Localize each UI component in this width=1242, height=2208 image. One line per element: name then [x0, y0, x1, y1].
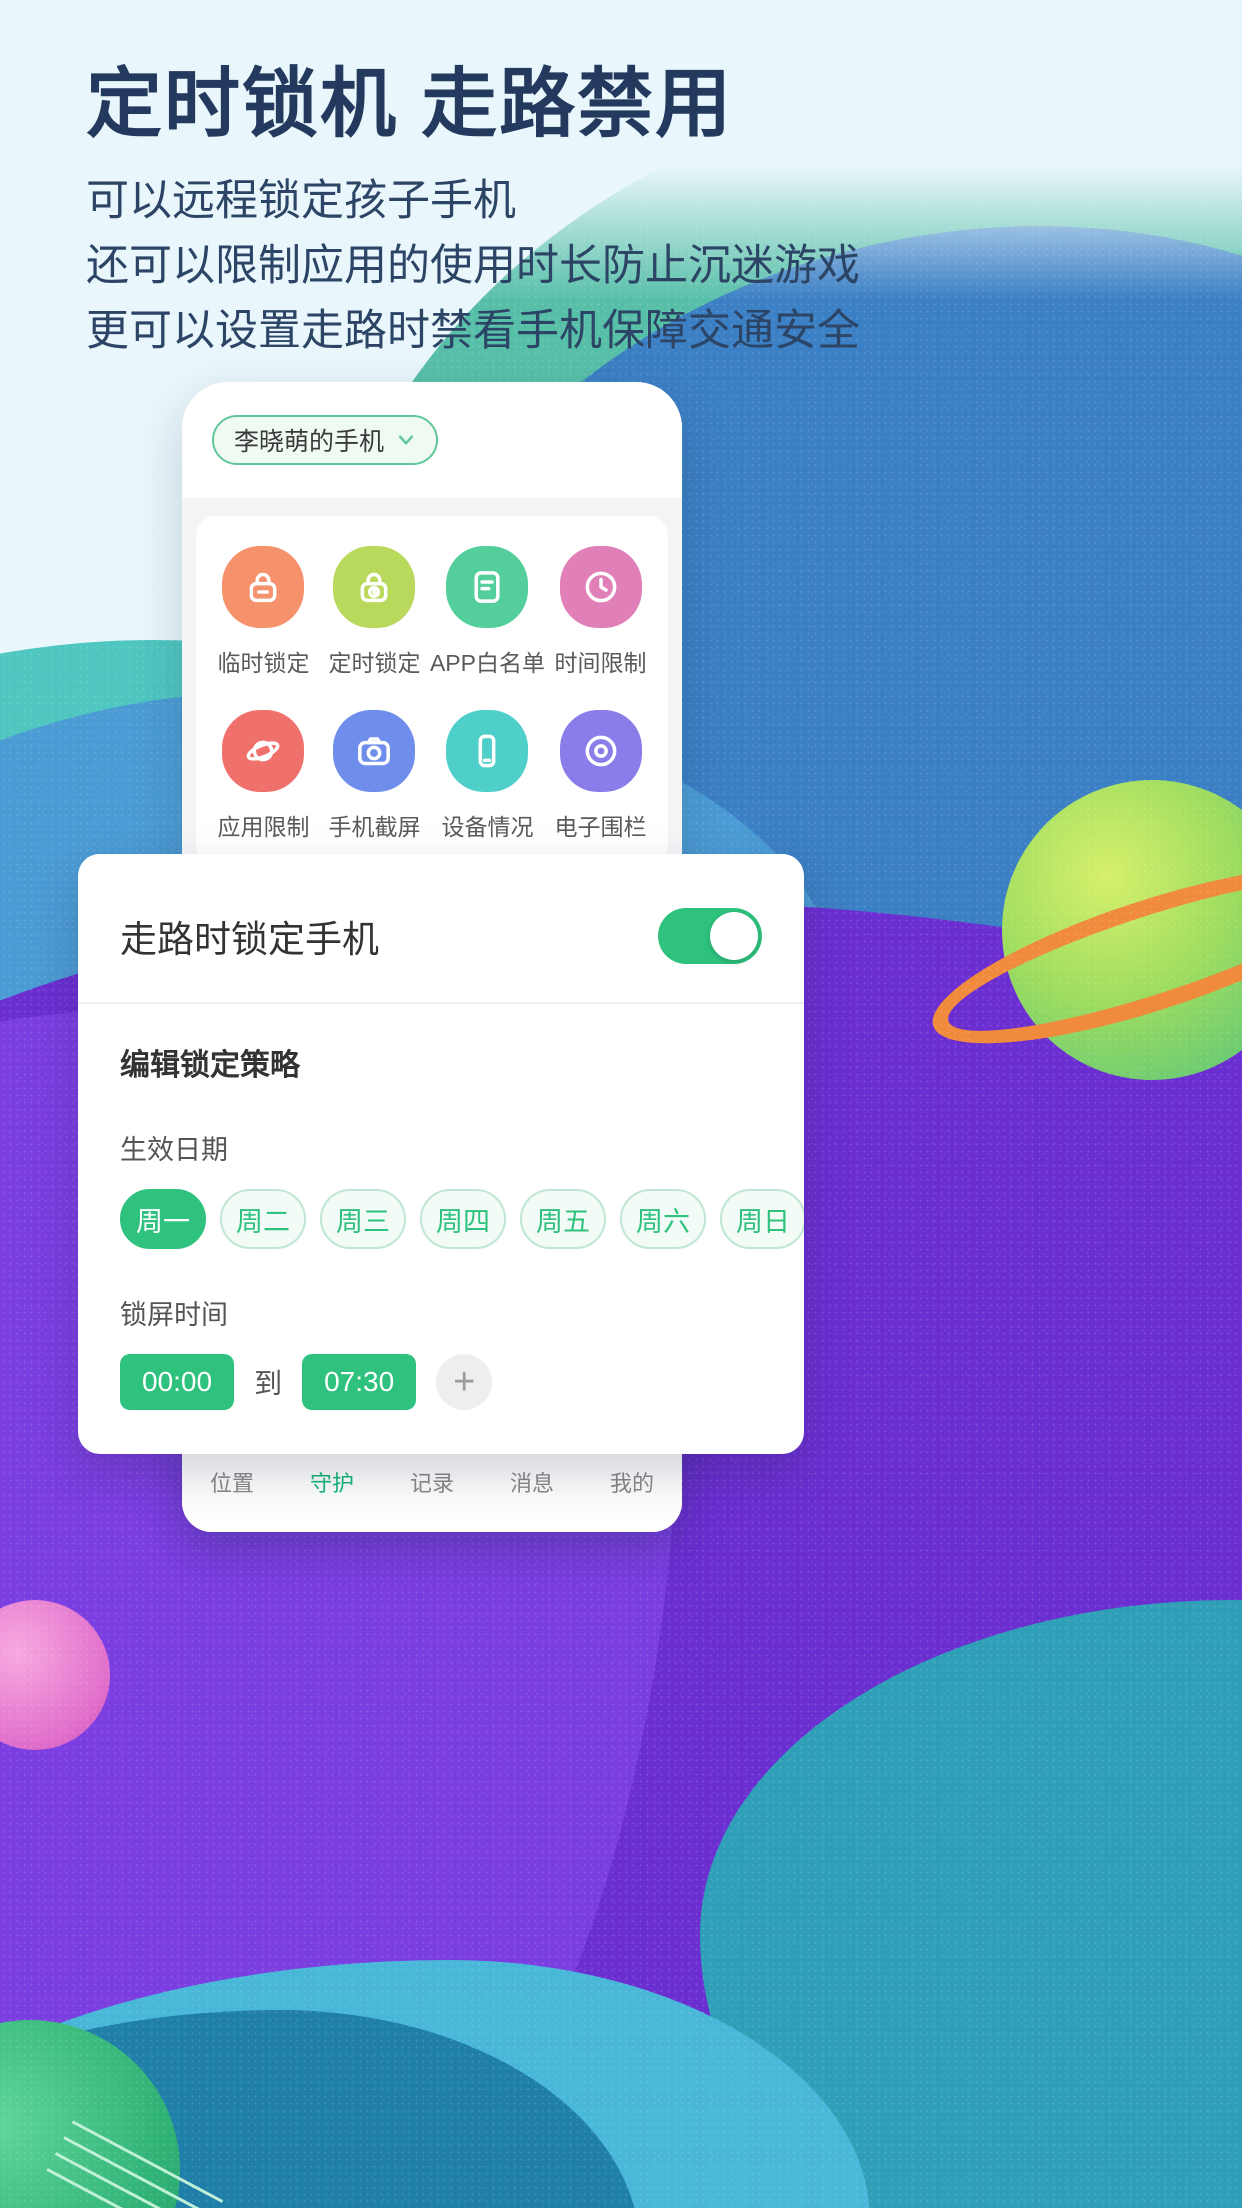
modal-body: 编辑锁定策略 生效日期 周一 周二 周三 周四 周五 周六 周日 锁屏时间 00:00 到 …	[78, 1004, 804, 1454]
toggle-knob	[710, 912, 758, 960]
subtitle-line-2: 还可以限制应用的使用时长防止沉迷游戏	[86, 242, 860, 290]
chevron-down-icon	[398, 435, 414, 445]
clock-icon	[585, 571, 616, 603]
list-icon	[474, 571, 501, 603]
feature-item-2[interactable]: 定时锁定	[319, 546, 430, 678]
feature-item-1[interactable]: 临时锁定	[208, 546, 319, 678]
feature-grid: 临时锁定 定时锁定 APP白名单 时间限制应用限制 手机截屏 设备情况 电子围栏	[208, 546, 656, 842]
lock-minus-icon	[250, 572, 277, 603]
feature-item-4[interactable]: 时间限制	[545, 546, 656, 678]
modal-top-spacer	[78, 854, 804, 870]
feature-label: 电子围栏	[554, 814, 647, 840]
feature-label: 临时锁定	[217, 650, 310, 676]
weekday-pill-4[interactable]: 周四	[420, 1189, 506, 1249]
walk-lock-title: 走路时锁定手机	[120, 919, 379, 960]
phone-header: 李晓萌的手机	[182, 382, 682, 498]
device-icon	[479, 734, 496, 768]
weekday-pill-7[interactable]: 周日	[720, 1189, 804, 1249]
subtitle-block: 可以远程锁定孩子手机 还可以限制应用的使用时长防止沉迷游戏 更可以设置走路时禁看…	[86, 172, 860, 362]
poster-canvas: 定时锁机 走路禁用 可以远程锁定孩子手机 还可以限制应用的使用时长防止沉迷游戏 …	[0, 0, 1242, 2208]
feature-item-8[interactable]: 电子围栏	[545, 710, 656, 842]
lock-clock-icon	[361, 572, 388, 603]
walk-lock-row[interactable]: 走路时锁定手机	[78, 870, 804, 1004]
no-entry-planet-icon	[247, 740, 280, 762]
time-separator: 到	[254, 1368, 283, 1399]
effective-date-label: 生效日期	[120, 1135, 228, 1165]
feature-icon-tile	[333, 710, 416, 792]
nav-label: 守护	[309, 1471, 354, 1496]
feature-label: APP白名单	[429, 650, 545, 676]
walk-lock-toggle[interactable]	[658, 908, 762, 964]
feature-label: 手机截屏	[328, 814, 421, 840]
nav-label: 记录	[409, 1471, 454, 1496]
feature-icon-tile	[222, 710, 305, 792]
camera-icon	[358, 737, 391, 766]
device-selector[interactable]: 李晓萌的手机	[212, 415, 439, 465]
page-title: 定时锁机 走路禁用	[86, 62, 734, 147]
subtitle-line-3: 更可以设置走路时禁看手机保障交通安全	[86, 307, 860, 356]
feature-icon-tile	[559, 546, 642, 628]
target-icon	[585, 735, 616, 767]
feature-label: 设备情况	[441, 814, 534, 840]
feature-label: 时间限制	[554, 650, 647, 676]
subtitle-line-1: 可以远程锁定孩子手机	[86, 176, 516, 225]
feature-icon-tile	[559, 710, 642, 792]
nav-label: 消息	[509, 1471, 554, 1496]
nav-label: 位置	[209, 1471, 254, 1496]
feature-icon-tile	[446, 546, 529, 628]
headline-block: 定时锁机 走路禁用 可以远程锁定孩子手机 还可以限制应用的使用时长防止沉迷游戏 …	[86, 60, 860, 368]
feature-item-6[interactable]: 手机截屏	[319, 710, 430, 842]
feature-icon-tile	[333, 546, 416, 628]
time-end-chip[interactable]: 07:30	[302, 1354, 417, 1410]
weekday-pill-2[interactable]: 周二	[220, 1189, 306, 1249]
feature-item-7[interactable]: 设备情况	[430, 710, 545, 842]
feature-icon-tile	[446, 710, 529, 792]
weekday-selector: 周一 周二 周三 周四 周五 周六 周日	[120, 1189, 804, 1249]
weekday-pill-5[interactable]: 周五	[520, 1189, 606, 1249]
add-time-range-button[interactable]: +	[436, 1354, 493, 1410]
weekday-pill-3[interactable]: 周三	[320, 1189, 406, 1249]
feature-item-5[interactable]: 应用限制	[208, 710, 319, 842]
device-name: 李晓萌的手机	[234, 428, 385, 456]
feature-item-3[interactable]: APP白名单	[430, 546, 545, 678]
weekday-pill-1[interactable]: 周一	[120, 1189, 206, 1249]
nav-label: 我的	[609, 1471, 654, 1496]
feature-grid-card: 临时锁定 定时锁定 APP白名单 时间限制应用限制 手机截屏 设备情况 电子围栏	[196, 516, 668, 866]
edit-policy-title: 编辑锁定策略	[120, 1049, 300, 1082]
time-range-row: 00:00 到 07:30 +	[120, 1354, 762, 1410]
feature-label: 应用限制	[217, 814, 310, 840]
time-start-chip[interactable]: 00:00	[120, 1354, 235, 1410]
lock-policy-modal: 走路时锁定手机 编辑锁定策略 生效日期 周一 周二 周三 周四 周五 周六 周日 锁屏时间 …	[78, 854, 804, 1454]
feature-label: 定时锁定	[328, 650, 421, 676]
weekday-pill-6[interactable]: 周六	[620, 1189, 706, 1249]
feature-icon-tile	[222, 546, 305, 628]
lock-time-label: 锁屏时间	[120, 1300, 228, 1330]
